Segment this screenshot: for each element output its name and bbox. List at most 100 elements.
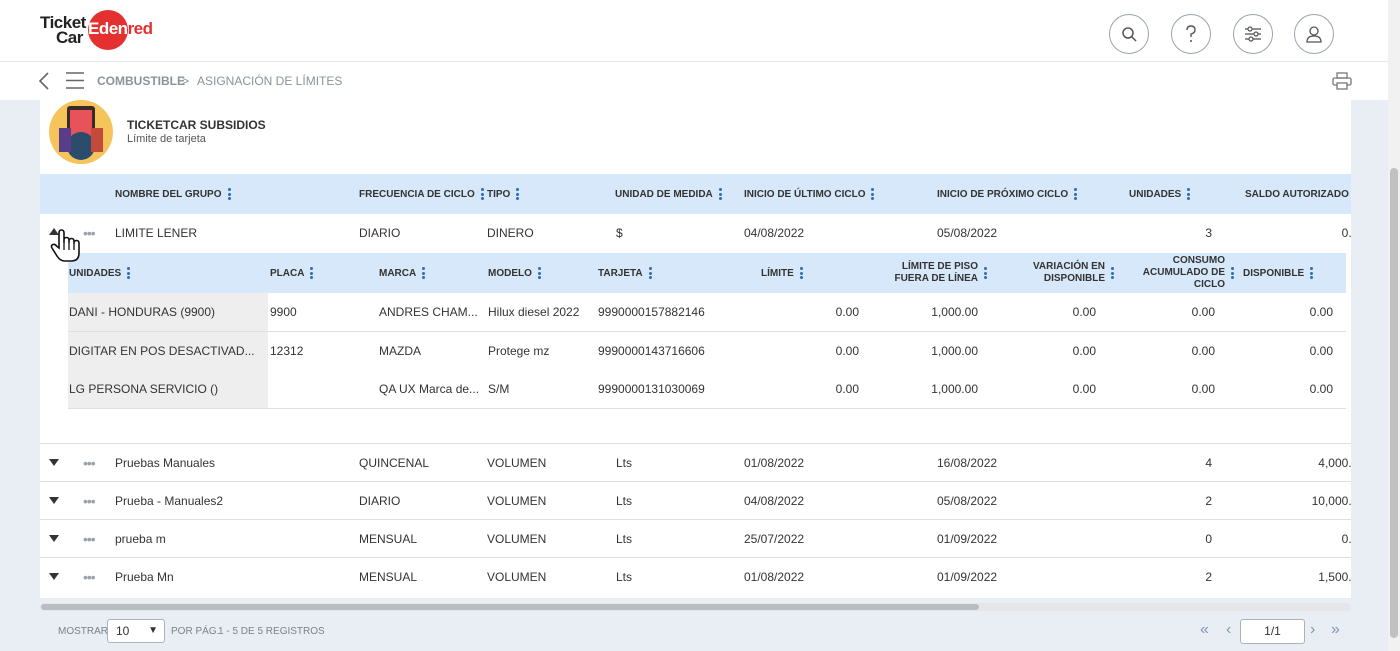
column-menu-icon[interactable] xyxy=(516,187,520,202)
ticketcar-edenred-logo[interactable]: Ticket Car Edenred xyxy=(40,10,155,52)
next-page-icon[interactable]: › xyxy=(1310,621,1315,639)
column-menu-icon[interactable] xyxy=(1187,187,1191,202)
sub-col-header-limite[interactable]: LÍMITE xyxy=(761,253,803,293)
col-header-ultimo-ciclo[interactable]: INICIO DE ÚLTIMO CICLO xyxy=(744,174,875,214)
page-input[interactable]: 1/1 xyxy=(1240,619,1305,644)
sub-cell-piso: 1,000.00 xyxy=(931,382,978,396)
sub-col-header-disponible[interactable]: DISPONIBLE xyxy=(1243,253,1314,293)
expand-caret-icon[interactable] xyxy=(49,573,59,580)
column-menu-icon[interactable] xyxy=(1074,187,1078,202)
col-header-proximo-ciclo[interactable]: INICIO DE PRÓXIMO CICLO xyxy=(937,174,1078,214)
column-menu-icon[interactable] xyxy=(648,266,652,281)
table-row[interactable]: ••• LIMITE LENER DIARIO DINERO $ 04/08/2… xyxy=(40,214,1351,253)
expand-caret-icon[interactable] xyxy=(49,535,59,542)
sub-col-header-marca[interactable]: MARCA xyxy=(379,253,426,293)
row-actions-icon[interactable]: ••• xyxy=(83,444,96,482)
row-actions-icon[interactable]: ••• xyxy=(83,482,96,520)
column-menu-icon[interactable] xyxy=(227,187,231,202)
expand-caret-icon[interactable] xyxy=(49,459,59,466)
last-page-icon[interactable]: » xyxy=(1331,621,1340,639)
units-subtable-header: UNIDADES PLACA MARCA MODELO TARJETA LÍMI… xyxy=(68,253,1346,293)
filters-button[interactable] xyxy=(1233,14,1273,54)
col-header-saldo[interactable]: SALDO AUTORIZADO xyxy=(1245,174,1351,214)
scrollbar-thumb[interactable] xyxy=(41,604,979,610)
table-row[interactable]: ••• Prueba Mn MENSUAL VOLUMEN Lts 01/08/… xyxy=(40,558,1351,596)
per-page-select[interactable]: 10 ▼ xyxy=(107,619,165,643)
row-actions-icon[interactable]: ••• xyxy=(83,520,96,558)
cell-nombre: Prueba - Manuales2 xyxy=(115,494,224,508)
per-page-label: POR PÁG. xyxy=(171,626,220,637)
sub-cell-piso: 1,000.00 xyxy=(931,344,978,358)
breadcrumb-separator: > xyxy=(182,74,190,88)
subtable-row[interactable]: LG PERSONA SERVICIO () QA UX Marca de...… xyxy=(68,370,1346,409)
first-page-icon[interactable]: « xyxy=(1200,621,1209,639)
column-menu-icon[interactable] xyxy=(718,187,722,202)
app-header: Ticket Car Edenred xyxy=(0,0,1388,62)
records-count: 1 - 5 DE 5 REGISTROS xyxy=(218,626,325,637)
cell-frecuencia: MENSUAL xyxy=(359,532,418,546)
cell-nombre: Pruebas Manuales xyxy=(115,456,216,470)
sub-col-header-placa[interactable]: PLACA xyxy=(270,253,314,293)
menu-icon[interactable] xyxy=(66,72,84,89)
sub-cell-variacion: 0.00 xyxy=(1072,305,1096,319)
cell-unidad: $ xyxy=(616,226,623,240)
sub-cell-disponible: 0.00 xyxy=(1309,344,1333,358)
col-header-tipo[interactable]: TIPO xyxy=(487,174,520,214)
column-menu-icon[interactable] xyxy=(984,266,987,281)
cell-saldo: 0.00 xyxy=(1341,532,1351,546)
column-menu-icon[interactable] xyxy=(537,266,541,281)
print-icon[interactable] xyxy=(1332,72,1352,90)
column-menu-icon[interactable] xyxy=(1310,266,1314,281)
subtable-row[interactable]: DANI - HONDURAS (9900) 9900 ANDRES CHAM.… xyxy=(68,293,1346,332)
expand-caret-icon[interactable] xyxy=(49,497,59,504)
sub-cell-tarjeta: 9990000157882146 xyxy=(598,305,705,319)
cell-proximo-ciclo: 01/09/2022 xyxy=(937,532,998,546)
cell-tipo: VOLUMEN xyxy=(487,532,547,546)
column-menu-icon[interactable] xyxy=(871,187,875,202)
col-header-unidad-medida[interactable]: UNIDAD DE MEDIDA xyxy=(615,174,722,214)
user-button[interactable] xyxy=(1294,14,1334,54)
column-menu-icon[interactable] xyxy=(310,266,314,281)
col-header-nombre[interactable]: NOMBRE DEL GRUPO xyxy=(115,174,231,214)
row-actions-icon[interactable]: ••• xyxy=(83,214,96,252)
table-row[interactable]: ••• prueba m MENSUAL VOLUMEN Lts 25/07/2… xyxy=(40,520,1351,558)
column-menu-icon[interactable] xyxy=(480,187,484,202)
cell-ultimo-ciclo: 04/08/2022 xyxy=(744,226,805,240)
scrollbar-thumb[interactable] xyxy=(1390,168,1398,638)
help-icon xyxy=(1186,25,1196,42)
sub-cell-modelo: S/M xyxy=(488,382,510,396)
sub-col-header-tarjeta[interactable]: TARJETA xyxy=(598,253,652,293)
vertical-scrollbar[interactable] xyxy=(1388,0,1400,651)
sub-col-header-variacion[interactable]: VARIACIÓN EN DISPONIBLE xyxy=(1023,253,1114,293)
sub-col-header-consumo[interactable]: CONSUMO ACUMULADO DE CICLO xyxy=(1133,253,1234,293)
prev-page-icon[interactable]: ‹ xyxy=(1226,621,1231,639)
cell-saldo: 0.00 xyxy=(1341,226,1351,240)
table-row[interactable]: ••• Pruebas Manuales QUINCENAL VOLUMEN L… xyxy=(40,444,1351,482)
back-arrow-icon[interactable] xyxy=(38,72,50,90)
breadcrumb-bar: COMBUSTIBLE > ASIGNACIÓN DE LÍMITES xyxy=(0,62,1388,100)
horizontal-scrollbar[interactable] xyxy=(40,603,1351,611)
column-menu-icon[interactable] xyxy=(1111,266,1114,281)
table-row[interactable]: ••• Prueba - Manuales2 DIARIO VOLUMEN Lt… xyxy=(40,482,1351,520)
column-menu-icon[interactable] xyxy=(422,266,426,281)
sub-col-header-modelo[interactable]: MODELO xyxy=(488,253,541,293)
column-menu-icon[interactable] xyxy=(1231,266,1234,281)
col-header-unidades[interactable]: UNIDADES xyxy=(1129,174,1191,214)
sub-cell-consumo: 0.00 xyxy=(1191,382,1215,396)
sub-cell-unidad: LG PERSONA SERVICIO () xyxy=(69,382,219,396)
col-header-frecuencia[interactable]: FRECUENCIA DE CICLO xyxy=(359,174,484,214)
card-subtitle: Límite de tarjeta xyxy=(127,133,206,145)
subtable-row[interactable]: DIGITAR EN POS DESACTIVAD... 12312 MAZDA… xyxy=(68,332,1346,371)
cell-nombre: prueba m xyxy=(115,532,166,546)
sub-cell-consumo: 0.00 xyxy=(1191,344,1215,358)
sub-col-header-piso[interactable]: LÍMITE DE PISO FUERA DE LÍNEA xyxy=(868,253,987,293)
sub-cell-marca: MAZDA xyxy=(379,344,421,358)
sub-cell-tarjeta: 9990000131030069 xyxy=(598,382,705,396)
help-button[interactable] xyxy=(1171,14,1211,54)
search-button[interactable] xyxy=(1109,14,1149,54)
breadcrumb-section[interactable]: COMBUSTIBLE xyxy=(97,74,185,88)
column-menu-icon[interactable] xyxy=(127,266,131,281)
column-menu-icon[interactable] xyxy=(799,266,803,281)
row-actions-icon[interactable]: ••• xyxy=(83,558,96,596)
cell-unidades: 2 xyxy=(1205,570,1212,584)
